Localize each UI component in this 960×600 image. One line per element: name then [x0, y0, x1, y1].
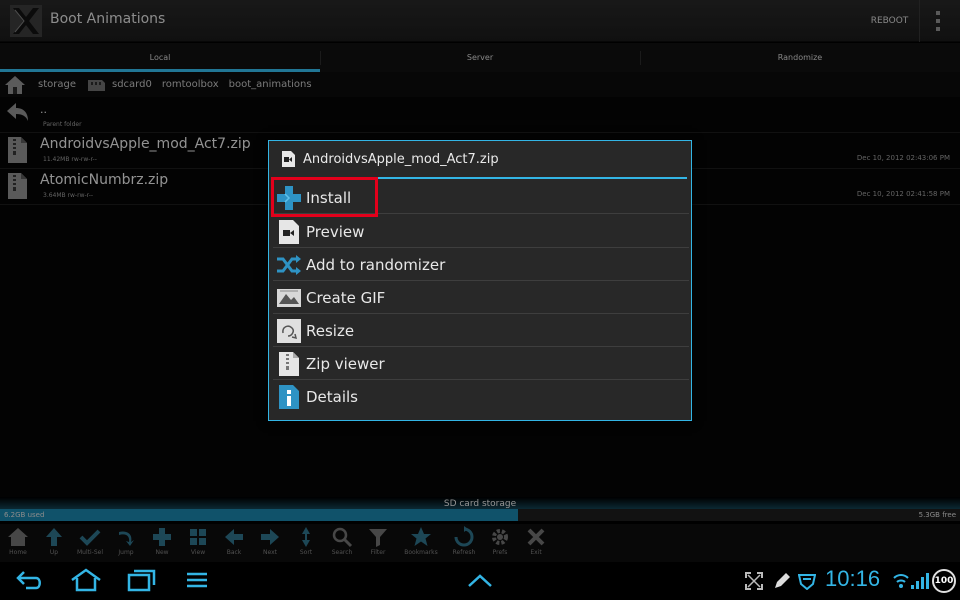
back-icon[interactable]	[16, 568, 44, 592]
menu-item-zip-viewer[interactable]: Zip viewer	[273, 347, 689, 380]
shuffle-icon	[277, 255, 301, 275]
pencil-icon	[775, 573, 790, 588]
menu-icon[interactable]	[186, 568, 208, 592]
menu-item-label: Zip viewer	[306, 355, 385, 373]
menu-item-label: Details	[306, 388, 359, 406]
resize-icon	[277, 319, 301, 343]
menu-item-label: Preview	[306, 223, 365, 241]
battery-indicator: 100	[932, 569, 956, 593]
menu-item-label: Resize	[306, 322, 355, 340]
dialog-title: AndroidvsApple_mod_Act7.zip	[303, 152, 499, 167]
preview-video-icon	[279, 220, 299, 244]
menu-item-label: Create GIF	[306, 289, 386, 307]
menu-item-label: Add to randomizer	[306, 256, 446, 274]
gif-image-icon	[277, 289, 301, 307]
menu-item-create-gif[interactable]: Create GIF	[273, 281, 689, 314]
dialog-header: AndroidvsApple_mod_Act7.zip	[269, 141, 691, 177]
install-highlight-box	[271, 177, 378, 217]
menu-item-details[interactable]: Details	[273, 380, 689, 413]
screen-expand-icon	[745, 572, 763, 590]
menu-item-preview[interactable]: Preview	[273, 215, 689, 248]
menu-item-add-to-randomizer[interactable]: Add to randomizer	[273, 248, 689, 281]
zip-viewer-icon	[279, 352, 299, 376]
wifi-icon	[893, 574, 909, 588]
signal-icon	[911, 573, 929, 589]
home-icon[interactable]	[70, 568, 102, 592]
shield-icon	[798, 574, 816, 590]
recent-apps-icon[interactable]	[127, 568, 157, 592]
clock: 10:16	[825, 566, 881, 591]
system-navigation-bar: 10:16 100	[0, 562, 960, 600]
chevron-up-icon[interactable]	[466, 568, 494, 592]
menu-item-resize[interactable]: Resize	[273, 314, 689, 347]
video-file-icon	[282, 151, 295, 167]
info-icon	[279, 385, 299, 409]
